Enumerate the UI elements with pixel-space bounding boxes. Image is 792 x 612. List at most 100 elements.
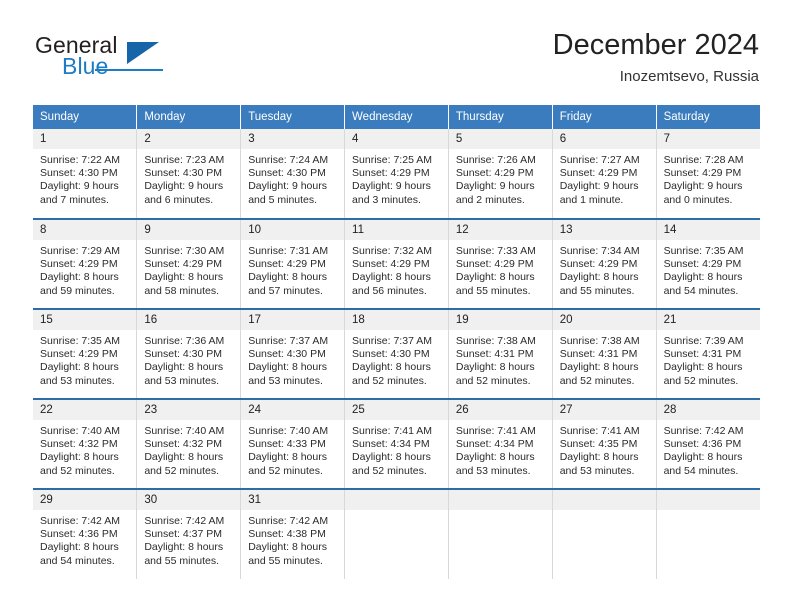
day-cell[interactable]: 7 Sunrise: 7:28 AM Sunset: 4:29 PM Dayli… <box>656 129 760 219</box>
daylight-line-1: Daylight: 8 hours <box>455 271 535 284</box>
day-cell[interactable]: 31 Sunrise: 7:42 AM Sunset: 4:38 PM Dayl… <box>240 488 346 579</box>
daylight-line-2: and 55 minutes. <box>455 284 531 297</box>
daylight-line-1: Daylight: 9 hours <box>144 180 224 193</box>
daylight-line-2: and 59 minutes. <box>40 284 115 297</box>
sunset-text: Sunset: 4:29 PM <box>559 167 638 180</box>
day-number: 16 <box>137 310 241 330</box>
day-details <box>345 510 448 515</box>
daylight-line-1: Daylight: 8 hours <box>663 271 743 284</box>
daylight-line-2: and 53 minutes. <box>559 464 635 477</box>
day-cell[interactable]: 28 Sunrise: 7:42 AM Sunset: 4:36 PM Dayl… <box>656 398 760 489</box>
day-cell[interactable]: 1 Sunrise: 7:22 AM Sunset: 4:30 PM Dayli… <box>33 129 138 219</box>
day-cell[interactable]: 15 Sunrise: 7:35 AM Sunset: 4:29 PM Dayl… <box>33 308 138 399</box>
day-cell[interactable]: 30 Sunrise: 7:42 AM Sunset: 4:37 PM Dayl… <box>136 488 242 579</box>
daylight-line-2: and 55 minutes. <box>559 284 635 297</box>
day-cell[interactable]: 8 Sunrise: 7:29 AM Sunset: 4:29 PM Dayli… <box>33 218 138 309</box>
sunset-text: Sunset: 4:32 PM <box>40 438 118 451</box>
day-number: 21 <box>656 310 760 330</box>
day-details: Sunrise: 7:40 AM Sunset: 4:32 PM Dayligh… <box>137 420 240 478</box>
day-cell[interactable]: 18 Sunrise: 7:37 AM Sunset: 4:30 PM Dayl… <box>344 308 449 399</box>
daylight-line-1: Daylight: 8 hours <box>559 361 639 374</box>
day-cell[interactable]: 29 Sunrise: 7:42 AM Sunset: 4:36 PM Dayl… <box>33 488 138 579</box>
day-number: 23 <box>137 400 241 420</box>
day-cell[interactable]: 27 Sunrise: 7:41 AM Sunset: 4:35 PM Dayl… <box>552 398 657 489</box>
daylight-line-1: Daylight: 8 hours <box>455 451 535 464</box>
day-details: Sunrise: 7:24 AM Sunset: 4:30 PM Dayligh… <box>241 149 344 207</box>
sunrise-text: Sunrise: 7:40 AM <box>144 425 225 437</box>
day-number: 10 <box>241 220 345 240</box>
day-number: 5 <box>448 129 552 149</box>
calendar-week-row: 15 Sunrise: 7:35 AM Sunset: 4:29 PM Dayl… <box>33 308 760 399</box>
day-number <box>552 490 656 510</box>
sunset-text: Sunset: 4:29 PM <box>144 258 222 271</box>
day-details: Sunrise: 7:42 AM Sunset: 4:36 PM Dayligh… <box>33 510 136 568</box>
sunrise-text: Sunrise: 7:42 AM <box>663 425 744 437</box>
calendar-week-row: 22 Sunrise: 7:40 AM Sunset: 4:32 PM Dayl… <box>33 398 760 489</box>
weekday-header-friday: Friday <box>552 105 657 129</box>
day-number: 19 <box>448 310 552 330</box>
day-details: Sunrise: 7:26 AM Sunset: 4:29 PM Dayligh… <box>449 149 552 207</box>
day-cell[interactable]: 2 Sunrise: 7:23 AM Sunset: 4:30 PM Dayli… <box>136 129 242 219</box>
day-cell[interactable]: 21 Sunrise: 7:39 AM Sunset: 4:31 PM Dayl… <box>656 308 760 399</box>
day-cell[interactable]: 26 Sunrise: 7:41 AM Sunset: 4:34 PM Dayl… <box>448 398 553 489</box>
day-number: 2 <box>137 129 241 149</box>
day-details: Sunrise: 7:41 AM Sunset: 4:34 PM Dayligh… <box>345 420 448 478</box>
day-details: Sunrise: 7:38 AM Sunset: 4:31 PM Dayligh… <box>449 330 552 388</box>
day-details: Sunrise: 7:28 AM Sunset: 4:29 PM Dayligh… <box>657 149 760 207</box>
day-cell[interactable]: 6 Sunrise: 7:27 AM Sunset: 4:29 PM Dayli… <box>552 129 657 219</box>
daylight-line-1: Daylight: 8 hours <box>663 361 743 374</box>
daylight-line-2: and 54 minutes. <box>40 554 115 567</box>
day-number: 31 <box>241 490 345 510</box>
sunset-text: Sunset: 4:29 PM <box>352 258 430 271</box>
daylight-line-1: Daylight: 8 hours <box>248 361 327 374</box>
day-cell[interactable]: 17 Sunrise: 7:37 AM Sunset: 4:30 PM Dayl… <box>240 308 346 399</box>
day-details: Sunrise: 7:35 AM Sunset: 4:29 PM Dayligh… <box>33 330 136 388</box>
day-number: 4 <box>345 129 448 149</box>
day-cell[interactable]: 24 Sunrise: 7:40 AM Sunset: 4:33 PM Dayl… <box>240 398 346 489</box>
day-cell[interactable]: 4 Sunrise: 7:25 AM Sunset: 4:29 PM Dayli… <box>344 129 449 219</box>
sunrise-text: Sunrise: 7:30 AM <box>144 245 225 257</box>
sunrise-text: Sunrise: 7:41 AM <box>352 425 432 437</box>
day-number: 20 <box>552 310 656 330</box>
day-cell[interactable]: 3 Sunrise: 7:24 AM Sunset: 4:30 PM Dayli… <box>240 129 346 219</box>
day-cell[interactable]: 14 Sunrise: 7:35 AM Sunset: 4:29 PM Dayl… <box>656 218 760 309</box>
sunset-text: Sunset: 4:37 PM <box>144 528 222 541</box>
sunrise-text: Sunrise: 7:39 AM <box>663 335 744 347</box>
day-cell[interactable]: 10 Sunrise: 7:31 AM Sunset: 4:29 PM Dayl… <box>240 218 346 309</box>
sunrise-text: Sunrise: 7:42 AM <box>144 515 225 527</box>
daylight-line-1: Daylight: 8 hours <box>40 451 119 464</box>
calendar-page: General Blue December 2024 Inozemtsevo, … <box>0 0 792 612</box>
calendar-week-row: 8 Sunrise: 7:29 AM Sunset: 4:29 PM Dayli… <box>33 218 760 309</box>
day-cell[interactable]: 5 Sunrise: 7:26 AM Sunset: 4:29 PM Dayli… <box>448 129 553 219</box>
sunrise-text: Sunrise: 7:35 AM <box>40 335 120 347</box>
daylight-line-2: and 5 minutes. <box>248 193 318 206</box>
sunset-text: Sunset: 4:30 PM <box>144 348 222 361</box>
sunset-text: Sunset: 4:35 PM <box>559 438 638 451</box>
sunrise-text: Sunrise: 7:37 AM <box>352 335 432 347</box>
day-number: 14 <box>656 220 760 240</box>
day-details: Sunrise: 7:35 AM Sunset: 4:29 PM Dayligh… <box>657 240 760 298</box>
sunrise-text: Sunrise: 7:23 AM <box>144 154 225 166</box>
day-cell[interactable]: 9 Sunrise: 7:30 AM Sunset: 4:29 PM Dayli… <box>136 218 242 309</box>
day-cell[interactable]: 13 Sunrise: 7:34 AM Sunset: 4:29 PM Dayl… <box>552 218 657 309</box>
sunset-text: Sunset: 4:31 PM <box>559 348 638 361</box>
day-cell[interactable]: 23 Sunrise: 7:40 AM Sunset: 4:32 PM Dayl… <box>136 398 242 489</box>
daylight-line-1: Daylight: 8 hours <box>352 271 431 284</box>
daylight-line-1: Daylight: 9 hours <box>455 180 535 193</box>
day-details: Sunrise: 7:42 AM Sunset: 4:38 PM Dayligh… <box>241 510 344 568</box>
brand-logo[interactable]: General Blue <box>33 32 263 92</box>
day-details <box>449 510 552 515</box>
day-cell[interactable]: 11 Sunrise: 7:32 AM Sunset: 4:29 PM Dayl… <box>344 218 449 309</box>
day-details: Sunrise: 7:34 AM Sunset: 4:29 PM Dayligh… <box>553 240 656 298</box>
daylight-line-1: Daylight: 8 hours <box>248 271 327 284</box>
sunset-text: Sunset: 4:30 PM <box>248 167 326 180</box>
daylight-line-1: Daylight: 9 hours <box>248 180 327 193</box>
day-cell[interactable]: 12 Sunrise: 7:33 AM Sunset: 4:29 PM Dayl… <box>448 218 553 309</box>
day-cell[interactable]: 25 Sunrise: 7:41 AM Sunset: 4:34 PM Dayl… <box>344 398 449 489</box>
sunrise-text: Sunrise: 7:29 AM <box>40 245 120 257</box>
day-cell[interactable]: 19 Sunrise: 7:38 AM Sunset: 4:31 PM Dayl… <box>448 308 553 399</box>
day-cell[interactable]: 22 Sunrise: 7:40 AM Sunset: 4:32 PM Dayl… <box>33 398 138 489</box>
day-cell[interactable]: 20 Sunrise: 7:38 AM Sunset: 4:31 PM Dayl… <box>552 308 657 399</box>
daylight-line-1: Daylight: 8 hours <box>144 541 224 554</box>
day-cell[interactable]: 16 Sunrise: 7:36 AM Sunset: 4:30 PM Dayl… <box>136 308 242 399</box>
